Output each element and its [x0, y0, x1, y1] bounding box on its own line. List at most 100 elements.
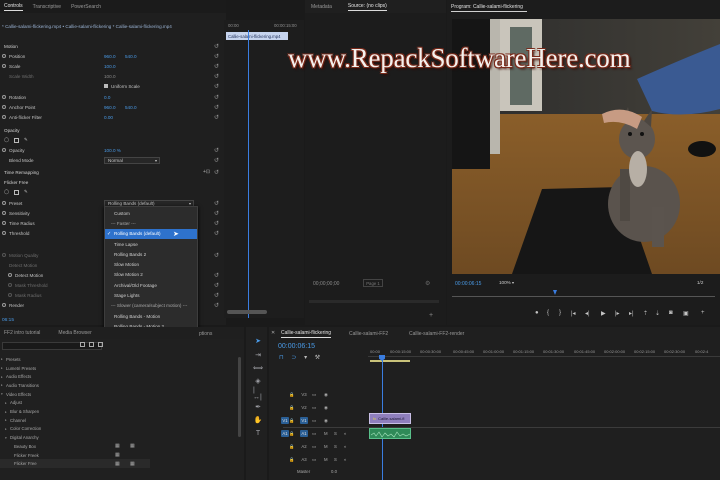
menu-item-stage-lights[interactable]: Stage Lights	[105, 290, 197, 300]
source-settings-icon[interactable]: ⚙	[425, 280, 430, 287]
solo-button[interactable]: S	[334, 457, 337, 462]
source-page-field[interactable]: Page 1	[363, 279, 383, 287]
position-x-value[interactable]: 960.0	[104, 54, 116, 59]
source-add-icon[interactable]: +	[429, 312, 433, 319]
tab-effect-controls[interactable]: Controls	[4, 3, 23, 11]
stopwatch-icon[interactable]	[2, 148, 6, 152]
export-frame-icon[interactable]: ◙	[669, 310, 673, 316]
razor-tool-icon[interactable]: ◈	[253, 376, 263, 386]
selection-tool-icon[interactable]: ➤	[253, 336, 263, 346]
reset-icon[interactable]: ↺	[214, 53, 219, 60]
add-marker-icon[interactable]: ▾	[304, 355, 307, 361]
program-timecode[interactable]: 00:00:06:15	[455, 281, 481, 287]
reset-icon[interactable]: ↺	[214, 210, 219, 217]
video-clip-v1[interactable]: fx Callie-salami-fl	[369, 413, 411, 424]
ellipse-mask-icon[interactable]: ◯	[4, 137, 9, 143]
add-effect-icon[interactable]: +⊡	[203, 169, 210, 175]
timeline-tab-ff2[interactable]: Callie-salami-FF2	[349, 331, 388, 337]
master-value[interactable]: 0.0	[331, 469, 337, 474]
tab-media-browser[interactable]: Media Browser	[58, 330, 91, 336]
program-zoom-dropdown[interactable]: 100% ▾	[499, 280, 514, 285]
stopwatch-icon[interactable]	[2, 64, 6, 68]
extract-icon[interactable]: ⇣	[655, 310, 660, 317]
reset-icon[interactable]: ↺	[214, 169, 219, 176]
reset-icon[interactable]: ↺	[214, 63, 219, 70]
tab-transcriptive[interactable]: Transcriptive	[33, 4, 61, 10]
hand-tool-icon[interactable]: ✋	[253, 415, 263, 425]
pen-tool-icon[interactable]: ✒	[253, 402, 263, 412]
linked-selection-icon[interactable]: ⊃	[291, 355, 296, 361]
mini-scrollbar[interactable]	[227, 310, 267, 314]
lock-icon[interactable]: 🔒	[289, 418, 294, 424]
wrench-icon[interactable]: ⚒	[315, 355, 320, 361]
sync-lock-icon[interactable]: ▭	[312, 457, 316, 463]
rectangle-mask-icon[interactable]	[14, 189, 19, 195]
ellipse-mask-icon[interactable]: ◯	[4, 189, 9, 195]
sync-lock-icon[interactable]: ▭	[312, 392, 316, 398]
compare-view-icon[interactable]: ▣	[683, 310, 689, 317]
solo-button[interactable]: S	[334, 431, 337, 436]
mic-icon[interactable]: ◐	[344, 444, 347, 449]
tab-metadata[interactable]: Metadata	[311, 4, 332, 10]
position-y-value[interactable]: 540.0	[125, 54, 137, 59]
stopwatch-icon[interactable]	[2, 303, 6, 307]
timeline-tab-flickering[interactable]: Callie-salami-flickering	[281, 330, 332, 338]
marker-icon[interactable]: ●	[535, 310, 539, 316]
menu-item-slow-motion-2[interactable]: Slow Motion 2	[105, 270, 197, 280]
stopwatch-icon[interactable]	[2, 95, 6, 99]
uniform-scale-checkbox[interactable]	[104, 84, 108, 88]
track-label-v1[interactable]: V1	[300, 417, 308, 424]
reset-icon[interactable]: ↺	[214, 104, 219, 111]
ripple-edit-icon[interactable]: ⟺	[253, 363, 263, 373]
32bit-icon[interactable]	[89, 342, 94, 347]
slip-tool-icon[interactable]: |↔|	[253, 387, 263, 401]
mini-playhead[interactable]	[248, 30, 249, 318]
accelerated-icon[interactable]	[80, 342, 85, 347]
program-title[interactable]: Program: Callie-salami-flickering	[451, 4, 523, 10]
anti-flicker-value[interactable]: 0.00	[104, 115, 113, 120]
mark-out-icon[interactable]: }	[559, 310, 561, 316]
reset-icon[interactable]: ↺	[214, 73, 219, 80]
track-label-a2[interactable]: A2	[300, 443, 308, 450]
timeline-timecode[interactable]: 00:00:06:15	[278, 343, 315, 350]
program-scrubber[interactable]	[452, 291, 715, 297]
lock-icon[interactable]: 🔒	[289, 405, 294, 411]
menu-item-custom[interactable]: Custom	[105, 208, 197, 218]
track-label-v2[interactable]: V2	[300, 404, 308, 411]
tab-source[interactable]: Source: (no clips)	[347, 3, 387, 11]
track-label-a1[interactable]: A1	[300, 430, 308, 437]
mark-in-icon[interactable]: {	[547, 310, 549, 316]
go-to-in-icon[interactable]: |◂	[571, 310, 576, 317]
eye-icon[interactable]: ◉	[324, 418, 328, 424]
stopwatch-icon[interactable]	[8, 273, 12, 277]
tab-options-partial[interactable]: ptions	[199, 331, 212, 337]
mini-clip-bar[interactable]: Callie-salami-flickering.mp4	[226, 32, 288, 40]
reset-icon[interactable]: ↺	[214, 220, 219, 227]
type-tool-icon[interactable]: T	[253, 428, 263, 438]
eye-icon[interactable]: ◉	[324, 392, 328, 398]
go-to-out-icon[interactable]: ▸|	[629, 310, 634, 317]
reset-icon[interactable]: ↺	[214, 272, 219, 279]
lock-icon[interactable]: 🔒	[289, 392, 294, 398]
stopwatch-icon[interactable]	[2, 115, 6, 119]
timeline-work-area-bar[interactable]	[370, 360, 410, 362]
timeline-close-icon[interactable]: ✕	[271, 330, 275, 336]
pen-mask-icon[interactable]: ✎	[24, 137, 28, 143]
tab-powersearch[interactable]: PowerSearch	[71, 4, 101, 10]
mic-icon[interactable]: ◐	[344, 431, 347, 436]
reset-icon[interactable]: ↺	[214, 43, 219, 50]
eye-icon[interactable]: ◉	[324, 405, 328, 411]
stopwatch-icon[interactable]	[2, 105, 6, 109]
stopwatch-icon[interactable]	[2, 54, 6, 58]
stopwatch-icon[interactable]	[2, 231, 6, 235]
effects-item-flicker-freek[interactable]: Flicker Freek ▦	[0, 451, 150, 460]
anchor-y-value[interactable]: 540.0	[125, 105, 137, 110]
mute-button[interactable]: M	[324, 444, 328, 449]
reset-icon[interactable]: ↺	[214, 157, 219, 164]
menu-item-rolling-bands-motion[interactable]: Rolling Bands - Motion	[105, 311, 197, 321]
menu-item-time-lapse[interactable]: Time Lapse	[105, 239, 197, 249]
reset-icon[interactable]: ↺	[214, 302, 219, 309]
program-fraction[interactable]: 1/2	[697, 280, 703, 285]
reset-icon[interactable]: ↺	[214, 292, 219, 299]
solo-button[interactable]: S	[334, 444, 337, 449]
